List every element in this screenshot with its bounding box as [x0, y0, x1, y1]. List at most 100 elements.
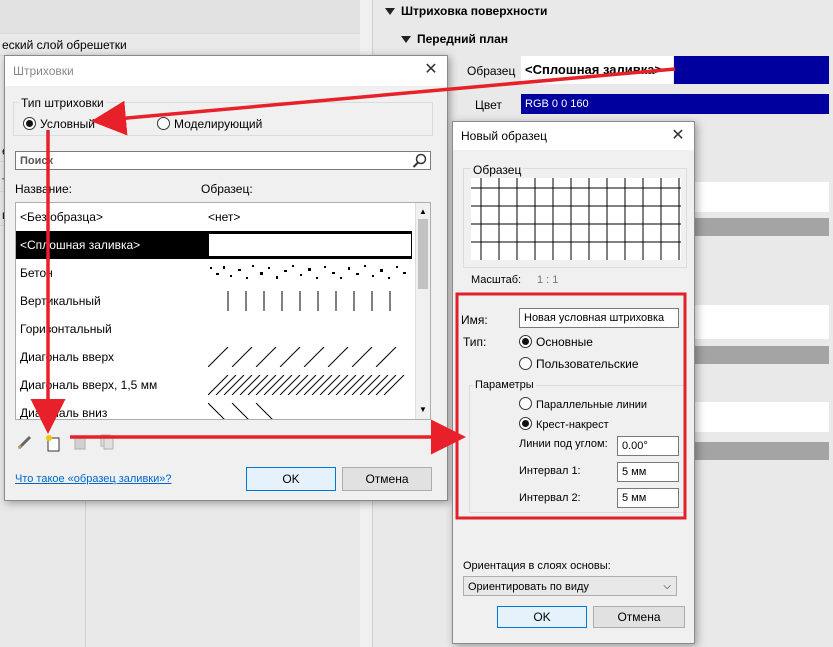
new-pattern-titlebar[interactable]: Новый образец ✕ — [453, 122, 694, 150]
radio-selected-icon — [23, 117, 36, 130]
color-value-field[interactable]: RGB 0 0 160 — [521, 94, 829, 114]
scroll-up-icon[interactable]: ▲ — [419, 207, 427, 216]
interval1-input[interactable]: 5 мм — [617, 462, 679, 482]
divider — [85, 500, 86, 647]
new-pattern-dialog: Новый образец ✕ Образец Масштаб: 1 : 1 И… — [452, 121, 695, 644]
list-item[interactable]: <Без образца> <нет> — [16, 203, 412, 231]
scroll-thumb[interactable] — [418, 219, 428, 289]
diagonal-up-dense-pattern-icon — [208, 375, 405, 395]
dialog-title: Штриховки — [13, 64, 74, 78]
search-icon[interactable] — [412, 153, 428, 169]
edit-pencil-icon[interactable] — [17, 434, 33, 450]
section-header[interactable]: Штриховка поверхности — [385, 4, 547, 18]
concrete-pattern-icon — [210, 265, 406, 279]
cancel-button[interactable]: Отмена — [593, 606, 685, 628]
copy-icon[interactable] — [99, 434, 115, 450]
params-label: Параметры — [473, 379, 536, 391]
type-radio-conventional[interactable]: Условный — [23, 117, 95, 131]
list-item-selected[interactable]: <Сплошная заливка> — [16, 231, 412, 259]
search-input[interactable]: Поиск — [15, 151, 431, 170]
bg-field — [683, 305, 829, 339]
scale-label: Масштаб: — [471, 274, 522, 286]
diagonal-down-pattern-icon — [208, 403, 273, 419]
list-item[interactable]: Вертикальный — [16, 287, 412, 315]
item-sample: <нет> — [208, 210, 241, 224]
list-item[interactable]: Горизонтальный — [16, 315, 412, 343]
radio-label: Параллельные линии — [536, 399, 648, 411]
bg-field — [683, 442, 829, 460]
new-pattern-icon[interactable] — [45, 434, 61, 452]
type-label: Тип: — [463, 335, 487, 349]
radio-selected-icon — [519, 417, 532, 430]
column-header-sample: Образец: — [201, 182, 253, 196]
pattern-color-swatch[interactable] — [674, 56, 829, 84]
scroll-down-icon[interactable]: ▼ — [419, 405, 427, 414]
section-title: Штриховка поверхности — [401, 4, 548, 18]
list-item[interactable]: Диагональ вниз — [16, 399, 412, 420]
type-radio-model[interactable]: Моделирующий — [157, 117, 262, 131]
orientation-label: Ориентация в слоях основы: — [463, 560, 611, 572]
radio-selected-icon — [519, 335, 532, 348]
help-link[interactable]: Что такое «образец заливки»? — [15, 473, 171, 485]
item-name: Бетон — [20, 266, 53, 280]
subsection-title: Передний план — [417, 32, 509, 46]
list-scrollbar[interactable]: ▲ ▼ — [415, 203, 430, 419]
hatch-type-label: Тип штриховки — [19, 96, 106, 110]
diagonal-up-pattern-icon — [208, 347, 397, 367]
item-name: Диагональ вверх — [20, 350, 115, 364]
interval2-input[interactable]: 5 мм — [617, 488, 679, 508]
solid-fill-sample — [208, 233, 412, 257]
vertical-lines-pattern-icon — [227, 291, 391, 311]
radio-icon — [519, 357, 532, 370]
radio-label: Пользовательские — [536, 357, 639, 371]
cancel-button[interactable]: Отмена — [342, 467, 432, 491]
pattern-label: Образец — [467, 64, 516, 78]
item-name: Горизонтальный — [20, 322, 112, 336]
bg-field — [683, 402, 829, 432]
ok-button[interactable]: OK — [497, 606, 587, 628]
hatch-list[interactable]: <Без образца> <нет> <Сплошная заливка> Бе… — [15, 202, 431, 420]
radio-icon — [519, 397, 532, 410]
item-name: Вертикальный — [20, 294, 101, 308]
subsection-header[interactable]: Передний план — [401, 32, 508, 46]
angle-input[interactable]: 0.00° — [617, 436, 679, 456]
preview-label: Образец — [471, 163, 524, 177]
radio-label: Крест-накрест — [536, 419, 609, 431]
type-radio-basic[interactable]: Основные — [519, 335, 593, 349]
dialog-title: Новый образец — [461, 129, 548, 143]
bg-field — [683, 182, 829, 212]
column-header-name: Название: — [15, 182, 72, 196]
ok-button[interactable]: OK — [246, 467, 336, 491]
radio-crosshatch[interactable]: Крест-накрест — [519, 417, 609, 431]
item-name: <Сплошная заливка> — [20, 238, 141, 252]
bg-row-hatch-layer[interactable]: еский слой обрешетки — [0, 34, 360, 56]
orientation-select[interactable]: Ориентировать по виду ⌵ — [463, 576, 677, 596]
name-input[interactable]: Новая условная штриховка — [519, 308, 679, 328]
close-icon[interactable]: ✕ — [423, 62, 439, 78]
list-item[interactable]: Диагональ вверх — [16, 343, 412, 371]
scale-value: 1 : 1 — [537, 274, 559, 286]
list-item[interactable]: Диагональ вверх, 1,5 мм — [16, 371, 412, 399]
bg-row — [0, 0, 360, 34]
radio-label: Условный — [40, 117, 95, 131]
item-name: <Без образца> — [20, 210, 103, 224]
radio-label: Моделирующий — [174, 117, 263, 131]
list-item[interactable]: Бетон — [16, 259, 412, 287]
delete-icon[interactable] — [73, 434, 87, 450]
radio-label: Основные — [536, 335, 593, 349]
name-label: Имя: — [461, 313, 488, 327]
crosshatch-preview — [471, 178, 681, 260]
hatch-dialog-titlebar[interactable]: Штриховки ✕ — [5, 56, 447, 86]
collapse-triangle-icon — [401, 36, 411, 44]
item-name: Диагональ вниз — [20, 406, 108, 420]
radio-icon — [157, 117, 170, 130]
interval2-label: Интервал 2: — [519, 492, 581, 504]
search-placeholder: Поиск — [20, 155, 54, 167]
interval1-label: Интервал 1: — [519, 465, 581, 477]
close-icon[interactable]: ✕ — [670, 128, 686, 144]
pattern-value-field[interactable]: <Сплошная заливка> — [521, 56, 673, 84]
type-radio-custom[interactable]: Пользовательские — [519, 357, 639, 371]
radio-parallel-lines[interactable]: Параллельные линии — [519, 397, 647, 411]
chevron-down-icon: ⌵ — [663, 581, 671, 592]
bg-row-label: еский слой обрешетки — [2, 38, 127, 52]
